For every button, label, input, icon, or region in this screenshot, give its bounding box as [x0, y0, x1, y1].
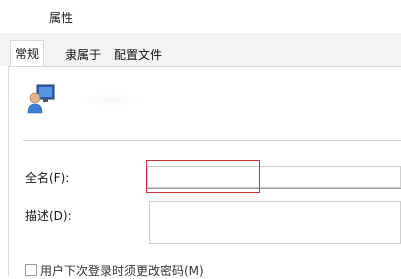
tab-profile[interactable]: 配置文件 — [110, 44, 166, 66]
window-title: 属性 — [49, 11, 74, 25]
fullname-label: 全名(F): — [25, 171, 70, 185]
change-password-checkbox-label[interactable]: 用户下次登录时须更改密码(M) — [40, 262, 204, 279]
user-account-icon — [26, 82, 56, 114]
tab-member-of[interactable]: 隶属于 — [61, 44, 105, 66]
divider — [23, 140, 401, 141]
change-password-checkbox[interactable] — [25, 264, 37, 276]
user-name-redacted — [80, 94, 142, 106]
description-label: 描述(D): — [25, 209, 72, 223]
highlight-box — [146, 160, 260, 193]
tab-general[interactable]: 常规 — [10, 40, 45, 67]
description-field[interactable] — [149, 201, 401, 244]
